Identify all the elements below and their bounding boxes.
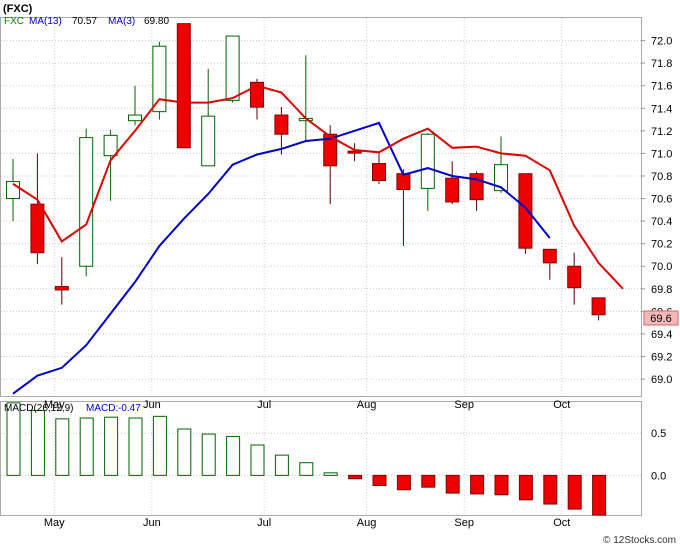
- candle-body-down: [347, 150, 362, 154]
- candle: [79, 128, 94, 277]
- fxc-chart: 72.0 71.8 71.6 71.4 71.2 71.0 70.8 70.6 70.4 70.2…: [0, 3, 679, 546]
- macd-bar-negative: [421, 474, 436, 488]
- macd-bar-negative: [543, 474, 558, 505]
- candle-body-down: [30, 203, 45, 254]
- candle-body-down: [274, 114, 289, 135]
- candle-body-down: [176, 23, 191, 149]
- candle-body-down: [542, 248, 557, 264]
- candle-body-down: [445, 177, 460, 203]
- candle-body-down: [518, 173, 533, 249]
- macd-bar-negative: [372, 474, 387, 486]
- watermark: © 12Stocks.com: [603, 535, 676, 546]
- legend-ma3-value: 69.80: [144, 16, 169, 27]
- last-price-label: 69.6: [650, 313, 671, 325]
- macd-bar-positive: [250, 444, 265, 476]
- macd-bar-positive: [274, 454, 289, 476]
- price-y-tick-label: 70.0: [651, 261, 672, 273]
- macd-bar-positive: [79, 417, 94, 476]
- price-y-tick-label: 71.2: [651, 126, 672, 138]
- macd-bar-positive: [152, 415, 167, 476]
- candle-body-down: [372, 163, 386, 181]
- macd-bar-negative: [567, 474, 582, 510]
- macd-legend: MACD(26,12,9) MACD: -0.47: [4, 403, 141, 414]
- legend-ma3-label: MA(3): [108, 16, 135, 27]
- macd-bar-positive: [201, 433, 216, 476]
- macd-x-tick-label: Aug: [357, 517, 377, 529]
- macd-bar-negative: [592, 474, 607, 516]
- candle-body-up: [152, 45, 167, 113]
- price-y-tick-label: 72.0: [651, 36, 672, 48]
- price-x-tick-label: Jul: [257, 399, 271, 411]
- chart-title: (FXC): [3, 3, 33, 15]
- candle-body-up: [128, 114, 142, 122]
- legend-fxc: FXC: [4, 16, 24, 27]
- candle-body-down: [396, 173, 411, 191]
- macd-bar-positive: [30, 409, 45, 476]
- macd-bar-positive: [177, 428, 192, 476]
- price-x-tick-label: Aug: [357, 399, 377, 411]
- price-legend: FXC MA(13) 70.57 MA(3) 69.80: [4, 16, 169, 27]
- macd-bar-positive: [55, 418, 70, 476]
- macd-bar-negative: [470, 474, 485, 495]
- legend-macd-label: MACD:: [86, 403, 118, 414]
- macd-bar-positive: [104, 416, 119, 476]
- candle-body-up: [201, 115, 216, 167]
- price-y-axis: 72.0 71.8 71.6 71.4 71.2 71.0 70.8 70.6 70.4 70.2…: [641, 36, 672, 386]
- price-y-tick-label: 71.0: [651, 148, 672, 160]
- legend-macd-name: MACD(26,12,9): [4, 403, 73, 414]
- macd-bar-negative: [518, 474, 533, 501]
- candle-body-up: [420, 133, 435, 189]
- candle-body-up: [225, 35, 240, 101]
- candle-body-down: [591, 297, 606, 316]
- price-y-tick-label: 69.4: [651, 329, 672, 341]
- price-y-tick-label: 71.4: [651, 103, 672, 115]
- price-y-tick-label: 69.0: [651, 374, 672, 386]
- macd-y-tick-label: 0.5: [651, 428, 666, 440]
- macd-bar-negative: [494, 474, 509, 496]
- candle: [225, 35, 240, 103]
- price-y-tick-label: 70.4: [651, 216, 672, 228]
- macd-y-tick-label: 0.0: [651, 470, 666, 482]
- price-y-tick-label: 71.8: [651, 58, 672, 70]
- price-y-tick-label: 69.2: [651, 352, 672, 364]
- legend-ma13-value: 70.57: [72, 16, 97, 27]
- macd-bar-positive: [128, 417, 143, 476]
- candle-body-down: [469, 173, 484, 201]
- macd-bar-negative: [396, 474, 411, 491]
- price-y-tick-label: 71.6: [651, 81, 672, 93]
- candle-body-down: [567, 265, 582, 289]
- price-y-tick-label: 69.8: [651, 284, 672, 296]
- candle-body-down: [54, 286, 69, 291]
- macd-x-tick-label: Jun: [143, 517, 161, 529]
- price-y-tick-label: 70.8: [651, 171, 672, 183]
- macd-bar-negative: [348, 474, 363, 480]
- price-x-tick-label: Jun: [143, 399, 161, 411]
- macd-bar-positive: [299, 462, 314, 476]
- macd-bar-positive: [226, 436, 241, 476]
- price-y-tick-label: 70.6: [651, 194, 672, 206]
- price-x-tick-label: Oct: [553, 399, 570, 411]
- legend-ma13-label: MA(13): [29, 16, 62, 27]
- macd-x-tick-label: Oct: [553, 517, 570, 529]
- macd-bar-negative: [445, 474, 460, 494]
- macd-bar-positive: [323, 472, 338, 476]
- macd-x-tick-label: Jul: [257, 517, 271, 529]
- candle-body-up: [103, 134, 118, 157]
- candle: [176, 23, 191, 149]
- legend-macd-value: -0.47: [118, 403, 141, 414]
- candle-body-up: [79, 137, 94, 267]
- price-x-tick-label: Sep: [454, 399, 474, 411]
- macd-y-axis: 0.5 0.0: [651, 428, 666, 482]
- price-panel: [0, 17, 642, 397]
- macd-x-tick-label: Sep: [454, 517, 474, 529]
- price-y-tick-label: 70.2: [651, 239, 672, 251]
- candle: [152, 41, 167, 120]
- macd-x-tick-label: May: [44, 517, 65, 529]
- last-price-tag: 69.6: [643, 310, 679, 326]
